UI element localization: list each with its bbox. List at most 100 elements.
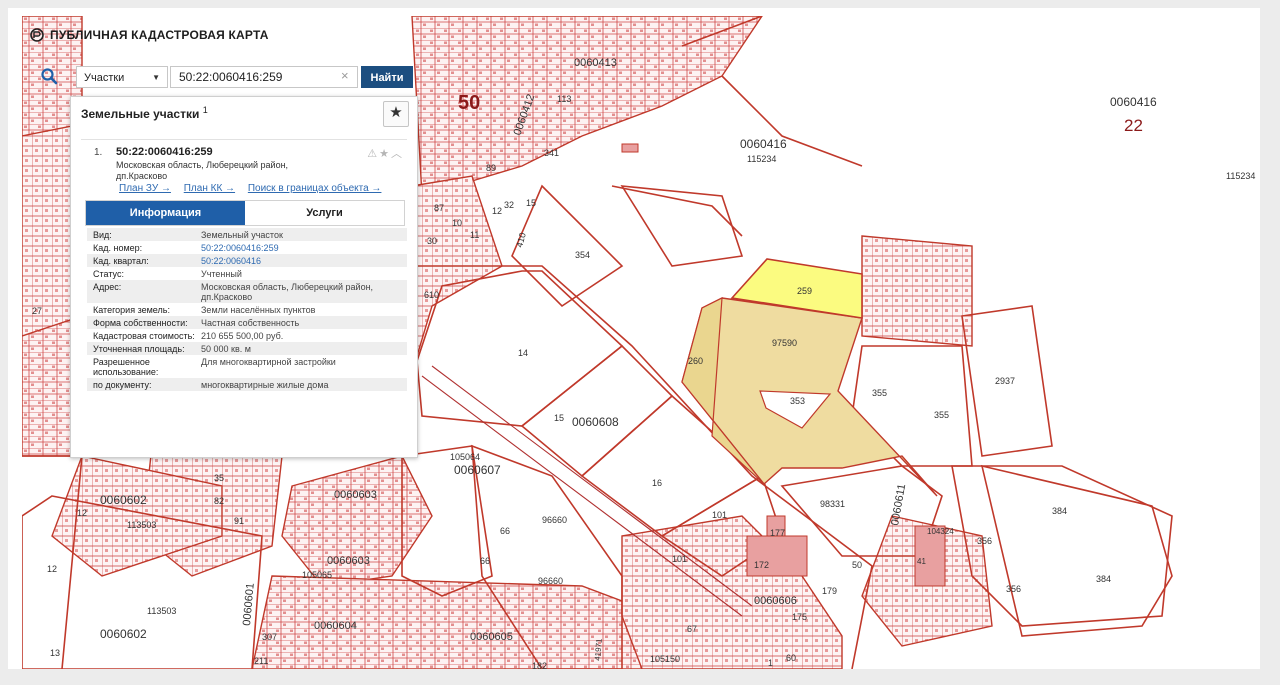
result-cad-number[interactable]: 50:22:0060416:259 [116, 146, 213, 158]
map-label: 0060605 [470, 631, 513, 643]
property-key: Кадастровая стоимость: [93, 331, 195, 341]
map-label: 101 [712, 510, 727, 520]
map-label: 96660 [538, 576, 563, 586]
result-card: 1. 50:22:0060416:259 Московская область,… [81, 139, 407, 452]
search-bar: Участки ▼ × Найти [30, 62, 414, 92]
map-label: 30 [427, 236, 437, 246]
link-plan-zu[interactable]: План ЗУ → [119, 183, 171, 194]
warning-icon[interactable]: ⚠ [367, 148, 379, 160]
property-key: Вид: [93, 230, 112, 240]
property-value: Земельный участок [201, 230, 283, 240]
map-label: 0060603 [334, 489, 377, 501]
favorite-star-button[interactable]: ★ [383, 101, 409, 127]
map-label: 113503 [147, 606, 176, 616]
info-tabs: Информация Услуги [85, 200, 405, 226]
address-line-2: дп.Красково [116, 171, 168, 181]
property-row: Статус: Учтенный [87, 267, 407, 280]
property-value-link[interactable]: 50:22:0060416 [201, 256, 407, 266]
map-label: 105064 [450, 452, 480, 462]
map-label: 12 [77, 508, 87, 518]
address-line-1: Московская область, Люберецкий район, [116, 160, 289, 170]
map-label: 341 [544, 148, 559, 158]
link-plan-kk[interactable]: План КК → [184, 183, 235, 194]
result-index: 1. [94, 147, 103, 158]
map-label: 15 [554, 413, 564, 423]
panel-title: Земельные участки 1 [81, 105, 208, 121]
search-icon[interactable] [40, 67, 58, 85]
property-value-link[interactable]: 50:22:0060416:259 [201, 243, 407, 253]
map-label: 82 [214, 496, 224, 506]
map-label: 356 [1006, 584, 1021, 594]
find-button[interactable]: Найти [361, 66, 413, 88]
property-key: Адрес: [93, 282, 122, 292]
map-label: 1 [768, 658, 773, 668]
app-header: ПУБЛИЧНАЯ КАДАСТРОВАЯ КАРТА [30, 28, 269, 42]
map-label: 13 [50, 648, 60, 658]
map-label: 211 [254, 656, 268, 666]
map-label: 355 [872, 388, 887, 398]
property-key: Категория земель: [93, 305, 170, 315]
map-label: 356 [977, 536, 992, 546]
map-label: 16 [652, 478, 662, 488]
property-key: Кад. номер: [93, 243, 143, 253]
app-title: ПУБЛИЧНАЯ КАДАСТРОВАЯ КАРТА [50, 28, 269, 42]
star-icon[interactable]: ★ [379, 148, 391, 160]
property-row: Вид: Земельный участок [87, 228, 407, 241]
map-label: 0060416 [740, 137, 787, 151]
search-input[interactable] [170, 66, 358, 88]
property-row: по документу: многоквартирные жилые дома [87, 378, 407, 391]
map-label: 15 [526, 198, 536, 208]
map-label: 307 [262, 632, 277, 642]
map-label: 113 [557, 94, 571, 104]
results-panel: Земельные участки 1 ★ 1. 50:22:0060416:2… [70, 96, 418, 458]
map-label: 98331 [820, 499, 845, 509]
property-value: Московская область, Люберецкий район, дп… [201, 282, 374, 302]
map-label: 115234 [747, 154, 776, 164]
property-value: Для многоквартирной застройки [201, 357, 336, 367]
tab-services[interactable]: Услуги [245, 201, 404, 225]
map-label: 12 [47, 564, 57, 574]
tab-information[interactable]: Информация [86, 201, 245, 225]
map-label: 0060416 [1110, 95, 1157, 109]
map-label: 115234 [1226, 171, 1255, 181]
property-key: Статус: [93, 269, 124, 279]
map-label: 0060607 [454, 463, 501, 477]
chevron-up-icon[interactable]: ︿ [391, 148, 404, 160]
property-value: Частная собственность [201, 318, 300, 328]
property-value: Учтенный [201, 269, 242, 279]
map-label: 179 [822, 586, 837, 596]
map-label: 610 [424, 290, 439, 300]
map-label: 354 [575, 250, 590, 260]
map-label: 384 [1052, 506, 1067, 516]
map-label: 353 [790, 396, 805, 406]
map-label: 67 [687, 624, 697, 634]
map-label: 182 [532, 661, 547, 669]
link-search-in-bounds[interactable]: Поиск в границах объекта → [248, 183, 382, 194]
result-links: План ЗУ → План КК → Поиск в границах объ… [119, 183, 391, 194]
panel-title-text: Земельные участки [81, 107, 200, 121]
map-label: 0060602 [100, 627, 147, 641]
map-label: 87 [434, 203, 444, 213]
map-label: 172 [754, 560, 769, 570]
map-label: 0060601 [241, 583, 257, 627]
property-row: Разрешенное использование: Для многокварт… [87, 355, 407, 378]
property-key: по документу: [93, 380, 152, 390]
search-type-select[interactable]: Участки ▼ [76, 66, 168, 88]
map-label: 355 [934, 410, 949, 420]
map-label: 11 [470, 230, 479, 240]
property-row: Кадастровая стоимость: 210 655 500,00 руб… [87, 329, 407, 342]
search-type-label: Участки [84, 72, 125, 84]
property-key: Разрешенное использование: [93, 357, 159, 377]
map-big-label-50: 50 [458, 92, 480, 114]
property-key: Кад. квартал: [93, 256, 149, 266]
result-address: Московская область, Люберецкий район, дп… [116, 160, 316, 182]
results-count: 1 [202, 105, 208, 115]
clear-icon[interactable]: × [341, 68, 349, 83]
property-value: 50 000 кв. м [201, 344, 251, 354]
map-label: 410 [514, 231, 528, 248]
map-label: 105065 [302, 570, 332, 580]
map-label: 66 [500, 526, 510, 536]
property-row: Кад. номер: 50:22:0060416:259 [87, 241, 407, 254]
map-label: 32 [504, 200, 514, 210]
map-label: 0060413 [574, 57, 617, 69]
